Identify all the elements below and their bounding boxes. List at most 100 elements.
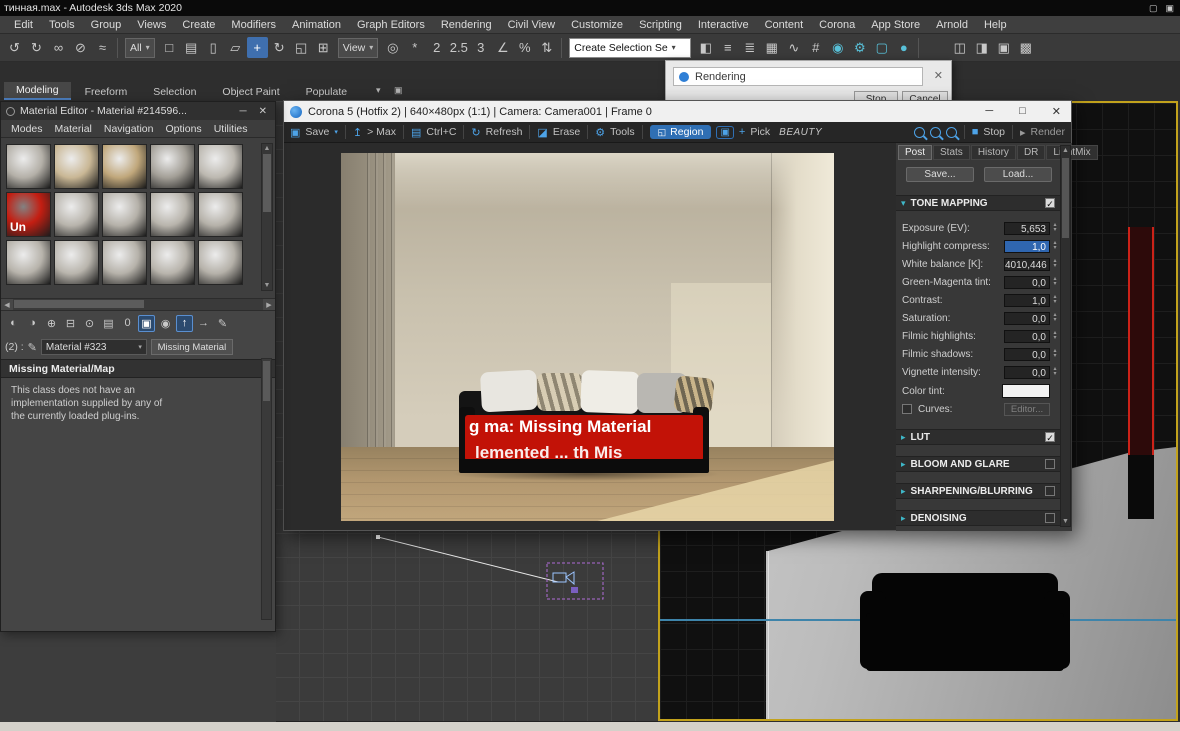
menu-help[interactable]: Help [976,19,1015,31]
spinner-snap-icon[interactable]: ⇅ [536,37,557,58]
couch-silhouette[interactable] [860,573,1070,683]
me-menu-utilities[interactable]: Utilities [208,123,254,135]
red-column-object[interactable] [1128,227,1154,455]
schematic-view-icon[interactable]: # [805,37,826,58]
erase-icon[interactable]: ◪ [537,126,547,139]
pick-material-icon[interactable]: ✎ [214,315,231,332]
show-in-viewport-icon[interactable]: ▣ [138,315,155,332]
rendered-frame-icon[interactable]: ▢ [871,37,892,58]
param-value-field[interactable]: 0,0 [1004,330,1050,343]
corona-tab-stats[interactable]: Stats [933,145,970,160]
param-spinner[interactable]: ▴▾ [1050,367,1060,377]
param-value-field[interactable]: 0,0 [1004,348,1050,361]
snap-toggle-3-icon[interactable]: 3 [470,37,491,58]
menu-customize[interactable]: Customize [563,19,631,31]
material-swatch[interactable] [6,240,51,285]
select-move-icon[interactable]: + [247,37,268,58]
channel-selector[interactable]: BEAUTY [779,127,822,138]
show-end-result-icon[interactable]: ◉ [157,315,174,332]
param-value-field[interactable]: 1,0 [1004,294,1050,307]
material-swatch[interactable] [6,144,51,189]
curves-editor-button[interactable]: Editor... [1004,403,1050,416]
ribbon-tab-freeform[interactable]: Freeform [73,84,140,100]
tools-button[interactable]: Tools [610,126,635,138]
select-place-icon[interactable]: ⊞ [313,37,334,58]
angle-snap-icon[interactable]: ∠ [492,37,513,58]
go-sibling-icon[interactable]: → [195,315,212,332]
ribbon-tab-object-paint[interactable]: Object Paint [210,84,291,100]
material-swatch[interactable] [150,240,195,285]
menu-interactive[interactable]: Interactive [690,19,757,31]
material-swatch[interactable] [102,144,147,189]
param-value-field[interactable]: 5,653 [1004,222,1050,235]
save-icon[interactable]: ▣ [290,126,300,139]
maximize-icon[interactable]: □ [1019,105,1026,118]
menu-animation[interactable]: Animation [284,19,349,31]
go-to-parent-icon[interactable]: ↑ [176,315,193,332]
section-checkbox[interactable]: ✓ [1045,432,1055,442]
param-spinner[interactable]: ▴▾ [1050,349,1060,359]
make-unique-icon[interactable]: ⊙ [81,315,98,332]
delete-material-icon[interactable]: ⊟ [62,315,79,332]
start-render-button[interactable]: Render [1031,126,1065,138]
param-spinner[interactable]: ▴▾ [1050,259,1060,269]
param-value-field[interactable]: 1,0 [1004,240,1050,253]
assign-material-icon[interactable]: ⊕ [43,315,60,332]
corona-tab-post[interactable]: Post [898,145,932,160]
material-swatch[interactable] [150,192,195,237]
select-manipulate-icon[interactable]: * [404,37,425,58]
snap-toggle-25-icon[interactable]: 2.5 [448,37,469,58]
region-clear-icon[interactable]: ▣ [716,126,733,139]
select-rotate-icon[interactable]: ↻ [269,37,290,58]
param-value-field[interactable]: 0,0 [1004,366,1050,379]
grid-toggle-icon[interactable]: ▩ [1015,37,1036,58]
copy-icon[interactable]: ▤ [411,126,421,139]
mirror-icon[interactable]: ◧ [695,37,716,58]
zoom-out-icon[interactable] [914,127,925,138]
param-value-field[interactable]: 0,0 [1004,276,1050,289]
param-spinner[interactable]: ▴▾ [1050,277,1060,287]
section-checkbox[interactable] [1045,513,1055,523]
layer-manager-icon[interactable]: ≣ [739,37,760,58]
material-editor-titlebar[interactable]: Material Editor - Material #214596... ─ … [1,102,275,120]
curve-editor-icon[interactable]: ∿ [783,37,804,58]
put-to-scene-icon[interactable]: ◑ [24,315,41,332]
ribbon-tab-populate[interactable]: Populate [294,84,359,100]
refresh-button[interactable]: Refresh [486,126,523,138]
material-id-icon[interactable]: 0 [119,315,136,332]
material-swatch[interactable] [198,192,243,237]
viewport-layout-icon[interactable]: ◨ [971,37,992,58]
refresh-icon[interactable]: ↻ [471,126,480,139]
corona-titlebar[interactable]: Corona 5 (Hotfix 2) | 640×480px (1:1) | … [284,101,1071,122]
section-checkbox[interactable] [1045,486,1055,496]
rect-region-icon[interactable]: ▯ [203,37,224,58]
render-setup-icon[interactable]: ⚙ [849,37,870,58]
align-icon[interactable]: ≡ [717,37,738,58]
select-link-icon[interactable]: ∞ [48,37,69,58]
ribbon-pin-icon[interactable]: ▣ [390,83,407,98]
material-type-button[interactable]: Missing Material [151,339,233,355]
menu-app-store[interactable]: App Store [863,19,928,31]
save-dropdown-icon[interactable]: ▾ [334,128,338,136]
redo-icon[interactable]: ↻ [26,37,47,58]
panel-toggle-icon[interactable]: ▣ [993,37,1014,58]
panel-scrollbar[interactable]: ▲ ▼ [1060,145,1071,527]
ribbon-tab-selection[interactable]: Selection [141,84,208,100]
select-scale-icon[interactable]: ◱ [291,37,312,58]
menu-graph-editors[interactable]: Graph Editors [349,19,433,31]
zoom-in-icon[interactable] [930,127,941,138]
swatch-vertical-scrollbar[interactable]: ▲ ▼ [261,143,273,291]
section-header-bloom-and-glare[interactable]: ▸BLOOM AND GLARE [896,456,1060,472]
undo-icon[interactable]: ↺ [4,37,25,58]
param-spinner[interactable]: ▴▾ [1050,313,1060,323]
material-swatch[interactable] [54,192,99,237]
stop-render-icon[interactable]: ■ [972,126,979,138]
param-spinner[interactable]: ▴▾ [1050,295,1060,305]
config-load-button[interactable]: Load... [984,167,1052,182]
stop-render-button[interactable]: Stop [983,126,1005,138]
section-header-denoising[interactable]: ▸DENOISING [896,510,1060,526]
param-spinner[interactable]: ▴▾ [1050,331,1060,341]
reference-coordinate-dropdown[interactable]: View▾ [338,38,379,58]
use-pivot-center-icon[interactable]: ◎ [382,37,403,58]
material-editor-icon[interactable]: ◉ [827,37,848,58]
